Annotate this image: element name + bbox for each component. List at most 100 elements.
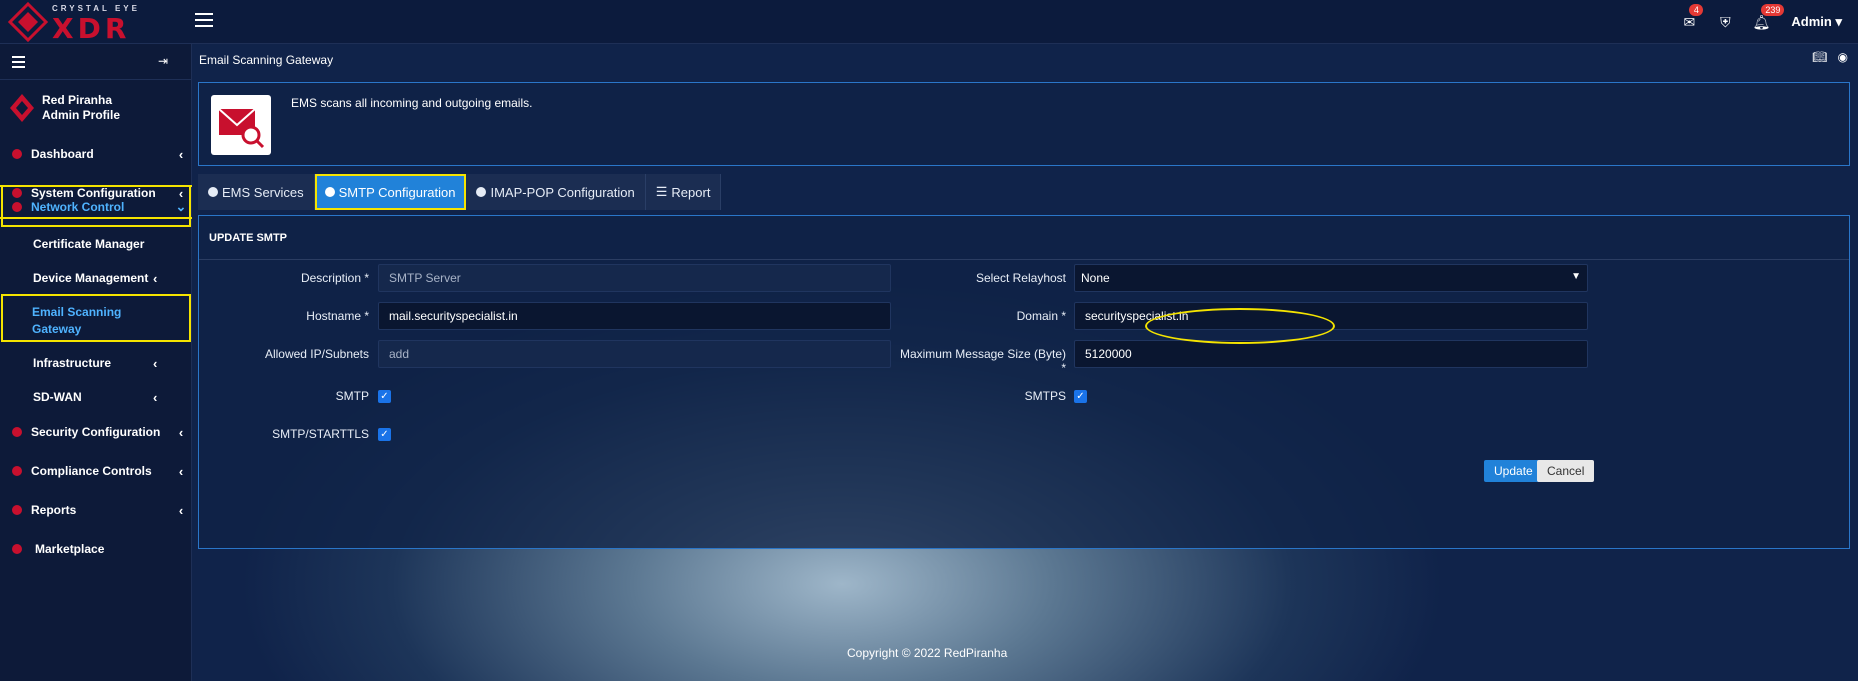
relayhost-value: None bbox=[1081, 271, 1110, 285]
marketplace-icon bbox=[12, 544, 22, 554]
sidebar-item-label: Gateway bbox=[32, 322, 82, 336]
sidebar-item-label: Dashboard bbox=[31, 147, 94, 161]
profile-name: Red Piranha bbox=[42, 93, 113, 107]
allowed-subnets-input[interactable] bbox=[378, 340, 891, 368]
description-label: Description * bbox=[300, 271, 369, 285]
chevron-down-icon: ⌄ bbox=[175, 199, 187, 214]
allowed-subnets-label: Allowed IP/Subnets bbox=[264, 347, 369, 361]
info-text: EMS scans all incoming and outgoing emai… bbox=[291, 96, 533, 110]
description-input[interactable] bbox=[378, 264, 891, 292]
tab-label: Report bbox=[671, 184, 711, 200]
sidebar-item-sd-wan[interactable]: SD-WAN ‹ bbox=[33, 390, 163, 405]
domain-label: Domain * bbox=[1016, 309, 1066, 323]
relayhost-label: Select Relayhost bbox=[975, 271, 1066, 285]
tab-smtp-configuration[interactable]: SMTP Configuration bbox=[314, 174, 467, 210]
max-size-label: Maximum Message Size (Byte) * bbox=[899, 347, 1066, 375]
sidebar-item-network-control-row[interactable]: Network Control ⌄ bbox=[0, 191, 192, 223]
sidebar-item-label: Marketplace bbox=[35, 542, 105, 556]
tab-report[interactable]: ☰ Report bbox=[645, 174, 722, 210]
tab-label: EMS Services bbox=[222, 184, 304, 200]
book-icon[interactable]: 📖︎ bbox=[1812, 50, 1827, 64]
sidebar-header: ⇥ bbox=[0, 44, 191, 80]
domain-highlight-ellipse bbox=[1145, 308, 1335, 344]
chevron-left-icon: ‹ bbox=[153, 390, 158, 405]
sidebar-item-label: Certificate Manager bbox=[33, 237, 145, 251]
form-title: UPDATE SMTP bbox=[199, 216, 1849, 260]
menu-toggle-icon[interactable] bbox=[195, 13, 213, 29]
breadcrumb: Email Scanning Gateway bbox=[199, 53, 334, 67]
main-content: Email Scanning Gateway 📖︎ ◉ EMS scans al… bbox=[192, 44, 1858, 681]
sidebar-item-reports[interactable]: Reports ‹ bbox=[0, 495, 192, 525]
profile-block: Red Piranha Admin Profile bbox=[0, 88, 191, 130]
brand-logo[interactable]: CRYSTAL EYE XDR bbox=[8, 2, 168, 45]
relayhost-select[interactable]: None ▼ bbox=[1074, 264, 1588, 292]
reports-icon bbox=[12, 505, 22, 515]
hostname-input[interactable] bbox=[378, 302, 891, 330]
chevron-left-icon: ‹ bbox=[178, 146, 184, 162]
brand-name: XDR bbox=[52, 12, 131, 45]
network-control-icon bbox=[12, 202, 22, 212]
copyright: Copyright © 2022 RedPiranha bbox=[847, 646, 1008, 660]
smtp-starttls-checkbox[interactable]: ✓ bbox=[378, 428, 391, 441]
signout-icon[interactable]: ⇥ bbox=[158, 54, 168, 68]
security-config-icon bbox=[12, 427, 22, 437]
smtps-label: SMTPS bbox=[1024, 389, 1066, 403]
sidebar-item-marketplace[interactable]: Marketplace bbox=[0, 534, 192, 564]
globe-icon bbox=[324, 187, 335, 197]
sidebar-item-label: Infrastructure bbox=[33, 356, 112, 370]
toggle-icon[interactable]: ◉ bbox=[1838, 50, 1848, 64]
email-scan-icon bbox=[211, 95, 271, 155]
info-panel: EMS scans all incoming and outgoing emai… bbox=[198, 82, 1850, 166]
globe-icon bbox=[208, 187, 218, 197]
bell-icon[interactable]: 🔔︎ 239 bbox=[1743, 3, 1785, 31]
max-size-input[interactable] bbox=[1074, 340, 1588, 368]
tab-ems-services[interactable]: EMS Services bbox=[198, 174, 315, 210]
tab-bar: EMS Services SMTP Configuration IMAP-POP… bbox=[198, 174, 722, 210]
smtp-label: SMTP bbox=[335, 389, 369, 403]
tab-label: IMAP-POP Configuration bbox=[490, 184, 635, 200]
update-button[interactable]: Update bbox=[1484, 460, 1543, 482]
logo-mark-icon bbox=[8, 2, 48, 42]
sidebar-item-label: SD-WAN bbox=[33, 390, 82, 404]
cancel-button[interactable]: Cancel bbox=[1537, 460, 1595, 482]
smtp-checkbox[interactable]: ✓ bbox=[378, 390, 391, 403]
mail-icon-button[interactable]: ✉ 4 bbox=[1671, 3, 1707, 31]
profile-role: Admin Profile bbox=[42, 108, 121, 122]
tab-imap-pop-configuration[interactable]: IMAP-POP Configuration bbox=[466, 174, 646, 210]
sidebar-item-device-management[interactable]: Device Management ‹ bbox=[33, 271, 163, 286]
sidebar-item-label: Security Configuration bbox=[31, 425, 161, 439]
hostname-label: Hostname * bbox=[306, 309, 369, 323]
caret-down-icon: ▼ bbox=[1571, 271, 1581, 282]
sidebar-item-label: Network Control bbox=[31, 200, 125, 214]
list-icon: ☰ bbox=[655, 184, 668, 199]
user-menu[interactable]: Admin ▾ bbox=[1791, 14, 1842, 30]
top-navbar: CRYSTAL EYE XDR ✉ 4 ⛨ 🔔︎ 239 Admin ▾ bbox=[0, 0, 1858, 45]
smtp-starttls-label: SMTP/STARTTLS bbox=[272, 427, 369, 441]
smtp-form-panel: UPDATE SMTP Description * Hostname * All… bbox=[198, 215, 1850, 549]
page-tools: 📖︎ ◉ bbox=[1812, 50, 1848, 64]
notifications-badge: 239 bbox=[1761, 3, 1785, 16]
sidebar-item-security-configuration[interactable]: Security Configuration ‹ bbox=[0, 417, 192, 447]
shield-icon[interactable]: ⛨ bbox=[1707, 14, 1743, 31]
chevron-left-icon: ‹ bbox=[178, 502, 184, 518]
chevron-left-icon: ‹ bbox=[153, 356, 158, 371]
sidebar-item-email-scanning-gateway[interactable]: Email Scanning Gateway bbox=[1, 294, 191, 342]
profile-logo-icon bbox=[10, 94, 34, 122]
sidebar-item-certificate-manager[interactable]: Certificate Manager bbox=[33, 237, 144, 251]
sidebar-item-compliance-controls[interactable]: Compliance Controls ‹ bbox=[0, 456, 192, 486]
chevron-left-icon: ‹ bbox=[178, 424, 184, 440]
globe-icon bbox=[476, 187, 487, 197]
top-icons: ✉ 4 ⛨ 🔔︎ 239 Admin ▾ bbox=[1671, 0, 1842, 44]
mail-badge: 4 bbox=[1689, 3, 1704, 16]
sidebar-toggle-icon[interactable] bbox=[12, 56, 25, 71]
sidebar-item-infrastructure[interactable]: Infrastructure ‹ bbox=[33, 356, 163, 371]
smtps-checkbox[interactable]: ✓ bbox=[1074, 390, 1087, 403]
dashboard-icon bbox=[12, 149, 22, 159]
sidebar-item-dashboard[interactable]: Dashboard ‹ bbox=[0, 139, 192, 169]
sidebar-item-label: Device Management bbox=[33, 271, 149, 285]
sidebar-item-label: Reports bbox=[31, 503, 77, 517]
sidebar-item-label: Email Scanning bbox=[32, 305, 122, 319]
tab-label: SMTP Configuration bbox=[338, 184, 456, 200]
user-label: Admin bbox=[1791, 14, 1832, 29]
sidebar: ⇥ Red Piranha Admin Profile Dashboard ‹ … bbox=[0, 44, 194, 681]
